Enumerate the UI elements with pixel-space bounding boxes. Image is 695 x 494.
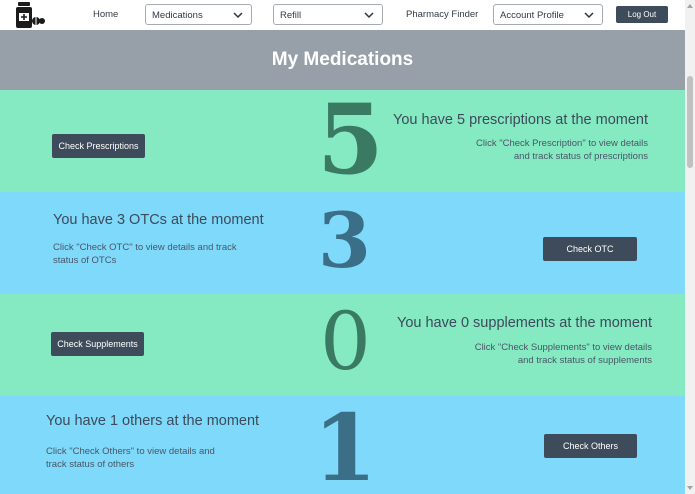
- supplements-description-line2: and track status of supplements: [517, 355, 652, 366]
- prescriptions-section: Check Prescriptions 5 You have 5 prescri…: [0, 90, 685, 192]
- chevron-down-icon: [233, 12, 243, 19]
- supplements-count: 0: [320, 295, 371, 388]
- otc-count: 3: [318, 196, 371, 285]
- others-description-line2: track status of others: [46, 459, 135, 470]
- prescriptions-description-line2: and track status of prescriptions: [513, 151, 648, 162]
- page-header: My Medications: [0, 30, 685, 90]
- prescriptions-count: 5: [317, 83, 384, 196]
- top-navbar: Home Medications Refill Pharmacy Finder …: [0, 0, 685, 30]
- check-prescriptions-button[interactable]: Check Prescriptions: [52, 134, 145, 158]
- others-count: 1: [313, 394, 378, 494]
- refill-dropdown-label: Refill: [280, 10, 302, 21]
- otc-description: Click "Check OTC" to view details and tr…: [53, 241, 237, 267]
- supplements-section: Check Supplements 0 You have 0 supplemen…: [0, 294, 685, 396]
- scroll-down-arrow-icon[interactable]: [687, 485, 693, 491]
- page-scrollbar[interactable]: [685, 0, 695, 494]
- chevron-down-icon: [364, 12, 374, 19]
- others-headline: You have 1 others at the moment: [46, 413, 260, 429]
- page-title: My Medications: [271, 49, 414, 70]
- otc-headline: You have 3 OTCs at the moment: [53, 212, 264, 228]
- prescriptions-headline: You have 5 prescriptions at the moment: [393, 112, 648, 128]
- supplements-headline: You have 0 supplements at the moment: [397, 315, 652, 331]
- nav-home-link[interactable]: Home: [93, 9, 118, 20]
- refill-dropdown[interactable]: Refill: [273, 4, 383, 25]
- medicine-bottle-logo-icon[interactable]: [13, 2, 45, 29]
- others-section: You have 1 others at the moment Click "C…: [0, 396, 685, 494]
- check-others-button[interactable]: Check Others: [544, 434, 637, 458]
- supplements-description: Click "Check Supplements" to view detail…: [475, 341, 652, 367]
- check-supplements-button[interactable]: Check Supplements: [51, 332, 144, 356]
- prescriptions-description-line1: Click "Check Prescription" to view detai…: [476, 138, 648, 149]
- medications-dropdown[interactable]: Medications: [145, 4, 252, 25]
- nav-pharmacy-finder-link[interactable]: Pharmacy Finder: [406, 9, 478, 20]
- account-profile-dropdown[interactable]: Account Profile: [493, 4, 603, 25]
- otc-section: You have 3 OTCs at the moment Click "Che…: [0, 192, 685, 294]
- otc-description-line1: Click "Check OTC" to view details and tr…: [53, 242, 237, 253]
- check-otc-button[interactable]: Check OTC: [543, 237, 637, 261]
- logout-button[interactable]: Log Out: [616, 6, 668, 23]
- others-description-line1: Click "Check Others" to view details and: [46, 446, 215, 457]
- otc-description-line2: status of OTCs: [53, 255, 117, 266]
- others-description: Click "Check Others" to view details and…: [46, 445, 215, 471]
- account-profile-dropdown-label: Account Profile: [500, 10, 564, 21]
- scroll-up-arrow-icon[interactable]: [687, 3, 693, 9]
- medications-dropdown-label: Medications: [152, 10, 203, 21]
- prescriptions-description: Click "Check Prescription" to view detai…: [476, 137, 648, 163]
- supplements-description-line1: Click "Check Supplements" to view detail…: [474, 342, 652, 353]
- scrollbar-thumb[interactable]: [687, 76, 693, 168]
- chevron-down-icon: [584, 12, 594, 19]
